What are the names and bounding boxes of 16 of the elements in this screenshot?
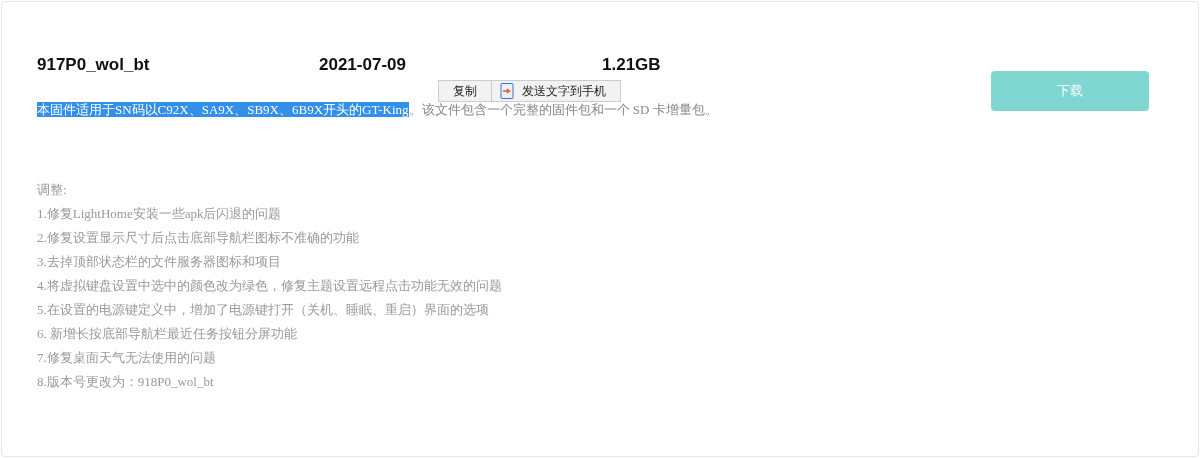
file-size: 1.21GB [602,54,661,77]
change-item: 2.修复设置显示尺寸后点击底部导航栏图标不准确的功能 [37,229,360,247]
phone-send-icon [500,83,514,99]
change-item: 4.将虚拟键盘设置中选中的颜色改为绿色，修复主题设置远程点击功能无效的问题 [37,277,503,295]
description-text: 本固件适用于SN码以C92X、SA9X、SB9X、6B9X开头的GT-King。该文件包含一个完整的固件包和一个 SD 卡增量包。 [37,101,718,119]
changes-heading: 调整: [37,181,68,199]
file-date: 2021-07-09 [319,54,407,77]
change-item: 1.修复LightHome安装一些apk后闪退的问题 [37,205,283,223]
change-item: 5.在设置的电源键定义中，增加了电源键打开（关机、睡眠、重启）界面的选项 [37,301,490,319]
change-item: 6. 新增长按底部导航栏最近任务按钮分屏功能 [37,325,298,343]
change-item: 8.版本号更改为：918P0_wol_bt [37,373,215,391]
file-name: 917P0_wol_bt [37,54,151,77]
change-item: 3.去掉顶部状态栏的文件服务器图标和项目 [37,253,282,271]
menu-item[interactable]: 发送文字到手机 [491,81,620,101]
menu-item[interactable]: 复制 [439,81,491,101]
change-item: 7.修复桌面天气无法使用的问题 [37,349,217,367]
